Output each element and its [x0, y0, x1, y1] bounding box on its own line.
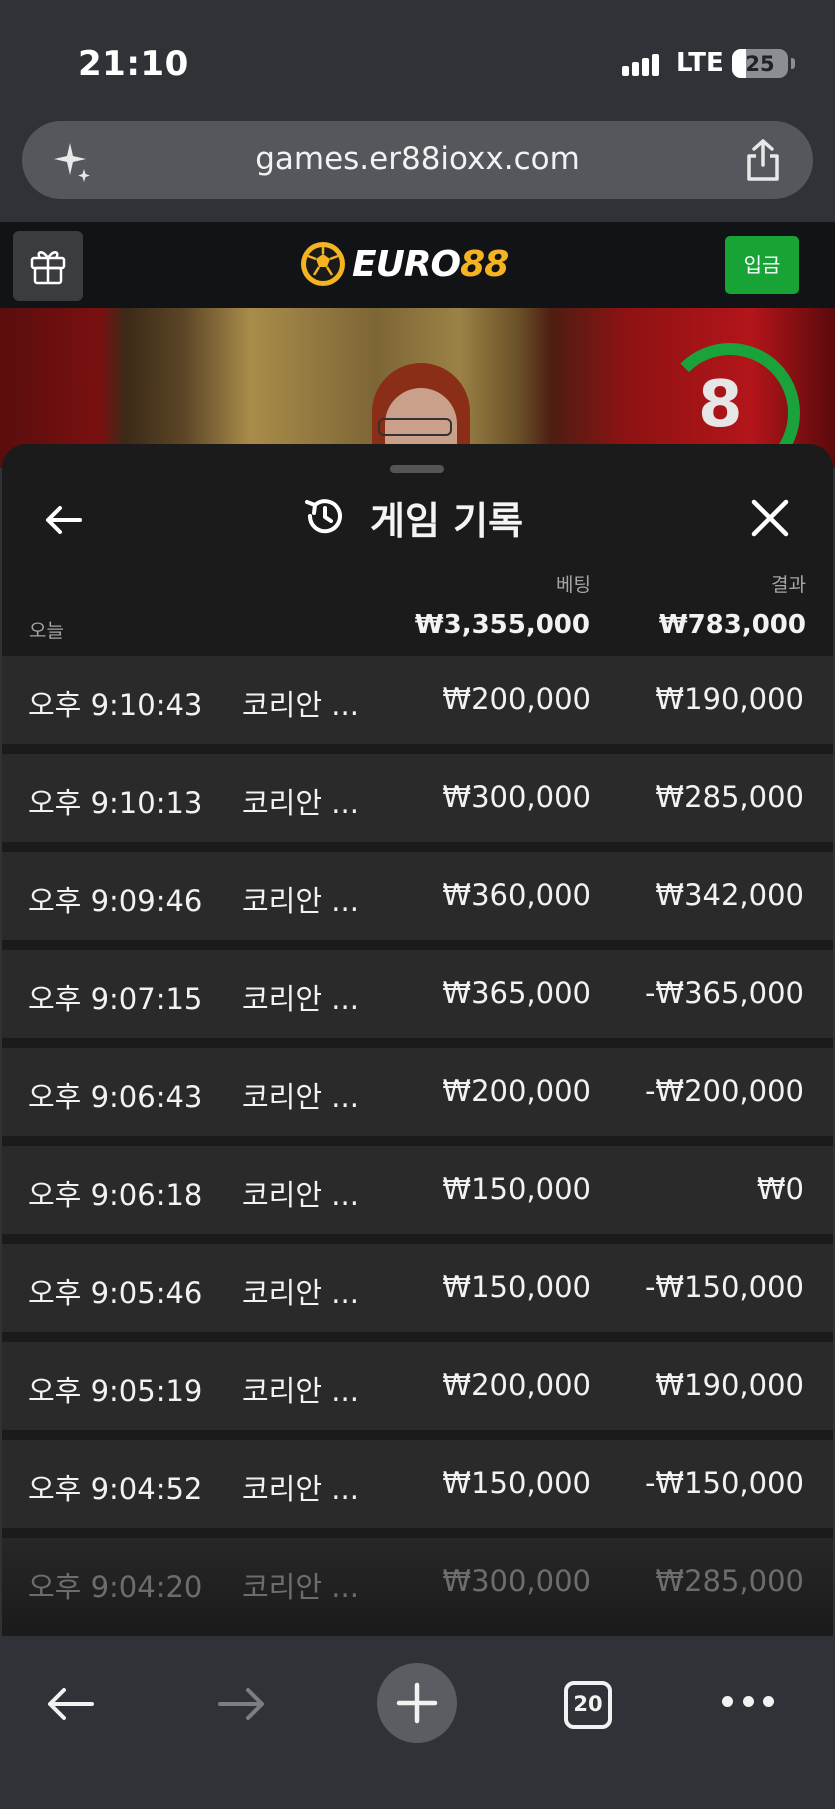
row-bet: ₩150,000 [442, 1172, 591, 1206]
row-time: 오후 9:06:18 [28, 1178, 203, 1212]
row-game: 코리안 ... [242, 688, 359, 722]
more-icon[interactable] [722, 1696, 774, 1710]
row-time: 오후 9:07:15 [28, 982, 203, 1016]
history-list: 오후 9:10:43 코리안 ... ₩200,000 ₩190,000 오후 … [2, 656, 833, 1636]
row-result: ₩285,000 [655, 1564, 804, 1598]
row-bet: ₩300,000 [442, 1564, 591, 1598]
row-bet: ₩365,000 [442, 976, 591, 1010]
row-bet: ₩360,000 [442, 878, 591, 912]
tabs-button[interactable]: 20 [564, 1681, 612, 1729]
row-game: 코리안 ... [242, 1178, 359, 1212]
row-game: 코리안 ... [242, 1276, 359, 1310]
row-result: -₩200,000 [644, 1074, 804, 1108]
plus-icon [396, 1682, 438, 1724]
history-row[interactable]: 오후 9:06:18 코리안 ... ₩150,000 ₩0 [2, 1146, 833, 1234]
row-bet: ₩150,000 [442, 1466, 591, 1500]
history-row[interactable]: 오후 9:06:43 코리안 ... ₩200,000 -₩200,000 [2, 1048, 833, 1136]
row-result: -₩150,000 [644, 1270, 804, 1304]
row-time: 오후 9:05:46 [28, 1276, 203, 1310]
countdown-timer: 8 [698, 368, 743, 442]
deposit-button[interactable]: 입금 [725, 236, 799, 294]
row-time: 오후 9:05:19 [28, 1374, 203, 1408]
history-row[interactable]: 오후 9:09:46 코리안 ... ₩360,000 ₩342,000 [2, 852, 833, 940]
row-result: ₩342,000 [655, 878, 804, 912]
history-icon [305, 499, 342, 534]
tab-count: 20 [573, 1692, 603, 1716]
row-result: ₩0 [756, 1172, 804, 1206]
network-type: LTE [676, 48, 724, 78]
row-result: ₩285,000 [655, 780, 804, 814]
row-game: 코리안 ... [242, 982, 359, 1016]
logo-text: EURO88 [352, 243, 509, 285]
gift-icon [30, 251, 66, 285]
battery-icon: 25 [732, 49, 788, 78]
history-row[interactable]: 오후 9:10:43 코리안 ... ₩200,000 ₩190,000 [2, 656, 833, 744]
row-time: 오후 9:10:43 [28, 688, 203, 722]
row-game: 코리안 ... [242, 1374, 359, 1408]
status-bar: 21:10 LTE 25 [0, 0, 835, 112]
row-result: -₩150,000 [644, 1466, 804, 1500]
address-bar[interactable]: games.er88ioxx.com [22, 121, 813, 199]
row-game: 코리안 ... [242, 1570, 359, 1604]
back-arrow-icon[interactable] [42, 498, 86, 542]
site-header: EURO88 입금 [0, 222, 835, 308]
total-bet: ₩3,355,000 [414, 610, 590, 640]
row-bet: ₩200,000 [442, 1368, 591, 1402]
row-time: 오후 9:04:20 [28, 1570, 203, 1604]
row-game: 코리안 ... [242, 884, 359, 918]
row-bet: ₩200,000 [442, 682, 591, 716]
dealer-glasses [378, 418, 452, 436]
clock: 21:10 [78, 44, 189, 84]
row-time: 오후 9:04:52 [28, 1472, 203, 1506]
history-row[interactable]: 오후 9:10:13 코리안 ... ₩300,000 ₩285,000 [2, 754, 833, 842]
gift-button[interactable] [13, 231, 83, 301]
bet-column-header: 베팅 [556, 574, 591, 596]
browser-toolbar: 20 [0, 1636, 835, 1809]
row-time: 오후 9:06:43 [28, 1080, 203, 1114]
url-text[interactable]: games.er88ioxx.com [22, 141, 813, 177]
row-time: 오후 9:10:13 [28, 786, 203, 820]
signal-icon [622, 54, 659, 76]
battery-level: 25 [745, 52, 775, 76]
euro88-logo[interactable]: EURO88 [299, 236, 509, 292]
row-game: 코리안 ... [242, 1080, 359, 1114]
row-time: 오후 9:09:46 [28, 884, 203, 918]
history-row[interactable]: 오후 9:07:15 코리안 ... ₩365,000 -₩365,000 [2, 950, 833, 1038]
history-row[interactable]: 오후 9:05:19 코리안 ... ₩200,000 ₩190,000 [2, 1342, 833, 1430]
row-game: 코리안 ... [242, 786, 359, 820]
row-bet: ₩150,000 [442, 1270, 591, 1304]
close-icon[interactable] [748, 496, 792, 540]
soccer-ball-icon [301, 242, 345, 286]
row-result: ₩190,000 [655, 1368, 804, 1402]
today-label: 오늘 [29, 620, 64, 642]
history-row[interactable]: 오후 9:05:46 코리안 ... ₩150,000 -₩150,000 [2, 1244, 833, 1332]
row-game: 코리안 ... [242, 1472, 359, 1506]
total-result: ₩783,000 [658, 610, 806, 640]
result-column-header: 결과 [771, 574, 806, 596]
row-result: -₩365,000 [644, 976, 804, 1010]
sheet-title: 게임 기록 [370, 499, 524, 543]
row-bet: ₩200,000 [442, 1074, 591, 1108]
share-icon[interactable] [741, 137, 785, 183]
battery-tip [791, 58, 795, 69]
history-row[interactable]: 오후 9:04:20 코리안 ... ₩300,000 ₩285,000 [2, 1538, 833, 1626]
back-icon[interactable] [44, 1682, 96, 1726]
sheet-grabber[interactable] [390, 465, 444, 473]
new-tab-button[interactable] [377, 1663, 457, 1743]
row-result: ₩190,000 [655, 682, 804, 716]
history-row[interactable]: 오후 9:04:52 코리안 ... ₩150,000 -₩150,000 [2, 1440, 833, 1528]
forward-icon[interactable] [216, 1682, 268, 1726]
game-history-sheet: 게임 기록 베팅 결과 오늘 ₩3,355,000 ₩783,000 오후 9:… [2, 444, 833, 1636]
row-bet: ₩300,000 [442, 780, 591, 814]
